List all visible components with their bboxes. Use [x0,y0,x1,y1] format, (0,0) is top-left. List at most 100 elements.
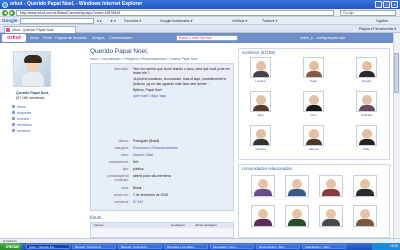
close-button[interactable]: × [391,1,398,8]
related-community-thumb[interactable] [285,175,309,197]
member-avatar [250,57,271,78]
member-avatar [250,125,271,146]
member-card[interactable]: Sandra [350,57,383,85]
field-value: Brasil [133,186,142,190]
poll-icon [12,111,15,114]
community-members-count: (57,169 membros) [16,96,45,100]
community-description: Tem um carinho que tá me tirando o sono,… [133,67,231,100]
desc-more-link[interactable]: quer mais? clique aqui [133,94,231,98]
maximize-button[interactable]: □ [383,1,390,8]
nav-comunidades[interactable]: Comunidades [109,33,132,43]
page-content: orkut Início Perfil Página de recados Am… [0,33,400,238]
related-community-thumb[interactable] [319,205,343,227]
google-options-button[interactable]: Opções [376,17,388,25]
window-title-bar: orkut - Querido Papai Noel, - Windows In… [0,0,400,9]
google-toolbar-search-input[interactable] [20,18,94,24]
member-card[interactable]: Patty [297,57,330,85]
member-name: carolina [255,147,266,151]
start-button[interactable]: iniciar [0,243,22,250]
field-value[interactable]: Romances e Relacionamentos [133,146,178,150]
forum-table-header: tópicos postagens última postagem [91,223,233,228]
col-topics: tópicos [94,223,104,227]
related-community-thumb[interactable] [251,205,275,227]
field-value[interactable]: Marcelo Vidal [133,153,153,157]
back-button[interactable]: ◀ [2,10,8,16]
taskbar-item[interactable]: Blogger: Cara de B... [118,244,162,249]
ie-icon [2,1,8,8]
forum-heading[interactable]: fórum [90,215,102,220]
field-value: Português (Brasil) [133,139,160,143]
member-card[interactable]: Kelly [350,125,383,153]
address-bar: ◀ ▶ http://www.orkut.com.br/Main#Communi… [0,9,400,17]
browser-tab-orkut[interactable]: orkut - Querido Papai Noel, [4,26,76,33]
taskbar-item[interactable]: Documento1 - Micr... [256,244,300,249]
member-card[interactable]: Débora [297,125,330,153]
browser-search-input[interactable]: Google [340,10,396,16]
desc-paragraph-2: Já pedi tá mudando, tá mudando, mas tá a… [133,77,227,86]
orkut-logo[interactable]: orkut [2,34,26,42]
url-input[interactable]: http://www.orkut.com.br/Main#Community.a… [16,10,334,16]
related-community-thumb[interactable] [251,175,275,197]
system-tray-clock: 15:28 [372,243,400,250]
related-community-thumb[interactable] [353,205,377,227]
moderate-icon [12,129,15,132]
member-name: Sandra [361,79,372,83]
member-avatar [356,91,377,112]
related-community-thumb[interactable] [353,175,377,197]
member-card[interactable]: Mari [244,91,277,119]
taskbar-item[interactable]: Blogger: Cara de B... [72,244,116,249]
taskbar-item[interactable]: Windows Live Mess... [164,244,208,249]
nav-recados[interactable]: Página de recados [55,33,87,43]
tab-row: orkut - Querido Papai Noel, Página ▾ Fer… [0,25,400,33]
taskbar-item[interactable]: Mensagem: Cinc... [210,244,254,249]
field-value[interactable]: 57,169 [133,200,143,204]
nav-inicio[interactable]: Início [30,33,39,43]
breadcrumb[interactable]: Início > Comunidades > Religiões e Relac… [90,57,198,61]
minimize-button[interactable]: _ [375,1,382,8]
members-title[interactable]: membros (57169) [242,50,275,55]
related-communities-title[interactable]: comunidades relacionadas [242,166,292,171]
window-title: orkut - Querido Papai Noel, - Windows In… [10,1,143,7]
forward-button[interactable]: ▶ [9,10,15,16]
google-favorites-button[interactable]: Favoritos ▾ [124,17,141,25]
main-column: Querido Papai Noel, Início > Comunidades… [70,43,238,238]
menu-enquetes[interactable]: enquetes [12,111,31,115]
field-value: pública [133,167,144,171]
member-name: Débora [308,147,319,151]
taskbar-item[interactable]: orkut - Querido Pa... [26,244,70,249]
google-bookmarks-button[interactable]: Google Bookmarks ▾ [160,17,193,25]
nav-amigos[interactable]: Amigos [92,33,105,43]
google-verify-button[interactable]: Verificar ▾ [232,17,247,25]
google-go-button[interactable]: Ir ▸ [97,17,102,25]
related-community-thumb[interactable] [319,175,343,197]
members-icon [12,123,15,126]
member-avatar [356,125,377,146]
member-card[interactable]: Nathalia [350,91,383,119]
ie-tools-menu[interactable]: Página ▾ Ferramentas ▾ [359,25,396,33]
member-card[interactable]: Luciana [244,57,277,85]
google-translate-button[interactable]: Traduzir ▾ [262,17,277,25]
community-name[interactable]: Querido Papai Noel, [16,91,49,95]
member-card[interactable]: carolina [244,125,277,153]
community-photo[interactable] [13,51,51,87]
community-title: Querido Papai Noel, [90,48,149,55]
menu-forum[interactable]: fórum [12,105,26,109]
menu-eventos[interactable]: eventos [12,117,29,121]
nav-perfil[interactable]: Perfil [43,33,52,43]
field-value: aberta para não-membros [133,174,172,178]
forum-table: tópicos postagens última postagem [90,222,234,238]
scrollbar-thumb[interactable] [394,53,399,93]
menu-moderar[interactable]: moderar [12,129,30,133]
related-community-thumb[interactable] [285,205,309,227]
menu-membros[interactable]: membros [12,123,32,127]
member-name: Chel [310,113,317,117]
field-value: 7 de dezembro de 2008 [133,193,168,197]
orkut-search-input[interactable]: Busca o orkut.Sponsor [176,35,238,41]
desc-label: descrição: [113,67,129,71]
user-info[interactable]: velvin_b... configurações sair [300,33,345,43]
google-star-button[interactable]: ★ ▾ [110,17,116,25]
related-communities-box: comunidades relacionadas [238,164,390,238]
member-card[interactable]: Chel [297,91,330,119]
taskbar-item[interactable]: Clandestino - Micr... [302,244,346,249]
member-name: Patty [310,79,317,83]
